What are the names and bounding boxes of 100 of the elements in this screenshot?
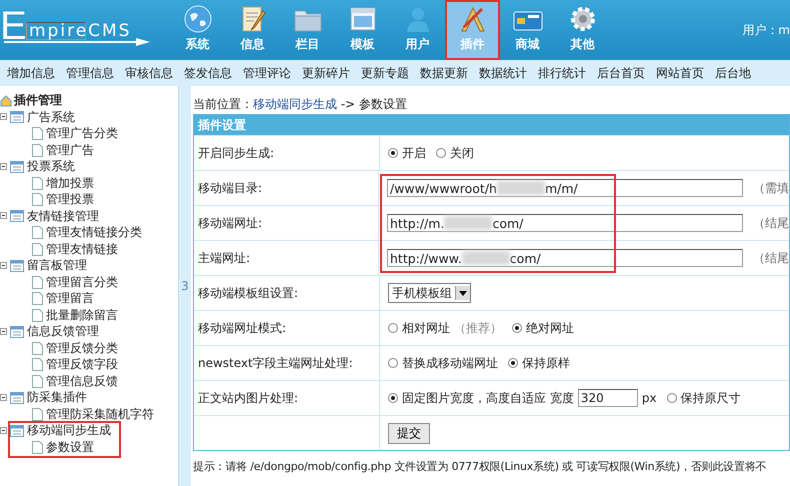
radio-label[interactable]: 绝对网址 bbox=[526, 320, 574, 336]
tree-item[interactable]: 管理反馈字段 bbox=[46, 356, 118, 374]
list-icon bbox=[10, 111, 24, 124]
page-icon bbox=[32, 242, 43, 256]
menu-link[interactable]: 管理评论 bbox=[236, 64, 295, 82]
tree-item[interactable]: 参数设置 bbox=[46, 438, 94, 456]
tree-item[interactable]: 管理广告分类 bbox=[46, 125, 118, 142]
menu-link[interactable]: 更新碎片 bbox=[295, 64, 354, 82]
gear-icon bbox=[568, 5, 596, 33]
user-label: 用户：m bbox=[742, 22, 790, 38]
collapse-toggle-icon[interactable] bbox=[0, 262, 7, 268]
radio-button[interactable] bbox=[436, 148, 446, 158]
page-icon bbox=[32, 193, 43, 206]
page-icon bbox=[32, 144, 43, 157]
width-field[interactable]: 320 bbox=[578, 389, 638, 407]
page-icon bbox=[32, 342, 43, 355]
list-icon bbox=[10, 160, 24, 173]
tree-group[interactable]: 留言板管理 bbox=[27, 257, 87, 274]
tree-item[interactable]: 增加投票 bbox=[46, 174, 94, 192]
radio-button[interactable] bbox=[388, 148, 398, 158]
card-icon bbox=[512, 9, 542, 33]
tree-item[interactable]: 管理反馈分类 bbox=[46, 340, 118, 357]
radio-label[interactable]: 替换成移动端网址 bbox=[402, 354, 498, 372]
field-label: 开启同步生成: bbox=[198, 144, 274, 162]
collapse-toggle-icon[interactable] bbox=[0, 113, 7, 120]
radio-label[interactable]: 保持原样 bbox=[522, 354, 570, 372]
radio-button[interactable] bbox=[666, 393, 677, 403]
note-text: （推荐） bbox=[454, 320, 502, 336]
tree-item[interactable]: 管理防采集随机字符 bbox=[46, 406, 154, 423]
breadcrumb-label: 当前位置： bbox=[193, 96, 253, 112]
tree-group[interactable]: 防采集插件 bbox=[27, 389, 87, 406]
menu-link[interactable]: 数据更新 bbox=[413, 64, 472, 82]
page-icon bbox=[32, 358, 43, 372]
field-label: 移动端模板组设置: bbox=[198, 284, 298, 302]
hint-note: （结尾 bbox=[753, 214, 789, 232]
radio-label[interactable]: 关闭 bbox=[450, 144, 474, 162]
collapse-toggle-icon[interactable] bbox=[0, 394, 7, 400]
field-label: newstext字段主端网址处理: bbox=[198, 354, 353, 372]
collapse-toggle-icon[interactable] bbox=[0, 328, 7, 334]
splitter-label: 3 bbox=[181, 279, 189, 293]
list-icon bbox=[10, 424, 24, 437]
text-field[interactable]: http://m. com/ bbox=[387, 214, 743, 232]
breadcrumb-link[interactable]: 移动端同步生成 bbox=[253, 96, 337, 112]
radio-button[interactable] bbox=[508, 358, 518, 368]
radio-button[interactable] bbox=[388, 358, 398, 368]
caret-icon bbox=[459, 290, 467, 296]
window-icon bbox=[348, 5, 376, 33]
tree-group[interactable]: 移动端同步生成 bbox=[27, 422, 111, 440]
radio-button[interactable] bbox=[388, 393, 398, 403]
list-icon bbox=[10, 260, 24, 272]
tree-group[interactable]: 信息反馈管理 bbox=[27, 323, 99, 340]
tree-item[interactable]: 管理投票 bbox=[46, 191, 94, 208]
tree-group[interactable]: 友情链接管理 bbox=[27, 208, 99, 225]
collapse-toggle-icon[interactable] bbox=[0, 162, 7, 170]
list-icon bbox=[10, 392, 24, 404]
page-icon bbox=[32, 276, 43, 289]
menu-link[interactable]: 增加信息 bbox=[0, 64, 59, 82]
page-icon bbox=[32, 176, 43, 190]
radio-label[interactable]: 开启 bbox=[402, 144, 426, 162]
field-label: 移动端网址: bbox=[198, 214, 262, 232]
radio-label[interactable]: 固定图片宽度，高度自适应 宽度 bbox=[402, 390, 574, 406]
menu-link[interactable]: 后台首页 bbox=[590, 64, 649, 82]
radio-button[interactable] bbox=[512, 323, 522, 333]
tree-item[interactable]: 管理留言 bbox=[46, 290, 94, 308]
page-icon bbox=[32, 374, 43, 388]
submit-button[interactable]: 提交 bbox=[388, 422, 430, 444]
menu-link[interactable]: 数据统计 bbox=[472, 64, 531, 82]
page-icon bbox=[32, 127, 43, 140]
page-icon bbox=[32, 308, 43, 322]
field-label: 移动端网址模式: bbox=[198, 320, 286, 336]
list-icon bbox=[10, 210, 24, 222]
radio-label[interactable]: 相对网址 bbox=[402, 320, 450, 336]
menu-link[interactable]: 更新专题 bbox=[354, 64, 413, 82]
tree-group[interactable]: 广告系统 bbox=[27, 108, 75, 126]
menu-link[interactable]: 管理信息 bbox=[59, 64, 118, 82]
globe-icon bbox=[184, 5, 212, 33]
field-label: 主端网址: bbox=[198, 250, 250, 266]
menu-link[interactable]: 审核信息 bbox=[118, 64, 177, 82]
menu-link[interactable]: 网站首页 bbox=[649, 64, 708, 82]
text-field[interactable]: /www/wwwroot/h m/m/ bbox=[387, 179, 743, 197]
tree-group[interactable]: 投票系统 bbox=[27, 158, 75, 176]
hint-note: （需填 bbox=[753, 180, 789, 196]
radio-button[interactable] bbox=[388, 323, 398, 333]
tree-item[interactable]: 管理留言分类 bbox=[46, 274, 118, 291]
tree-item[interactable]: 管理广告 bbox=[46, 142, 94, 159]
template-dropdown[interactable]: 手机模板组 bbox=[388, 283, 471, 303]
menu-link[interactable]: 签发信息 bbox=[177, 64, 236, 82]
text-field[interactable]: http://www. com/ bbox=[387, 249, 743, 267]
radio-label[interactable]: 保持原尺寸 bbox=[680, 390, 741, 406]
menu-link[interactable]: 后台地 bbox=[708, 64, 755, 82]
tree-item[interactable]: 管理友情链接分类 bbox=[46, 224, 142, 242]
tree-item[interactable]: 管理友情链接 bbox=[46, 240, 118, 258]
collapse-toggle-icon[interactable] bbox=[0, 212, 7, 219]
tree-item[interactable]: 管理信息反馈 bbox=[46, 372, 118, 390]
collapse-toggle-icon[interactable] bbox=[0, 426, 7, 434]
field-label: 正文站内图片处理: bbox=[198, 390, 298, 406]
page-icon bbox=[32, 408, 43, 421]
tree-item[interactable]: 批量删除留言 bbox=[46, 306, 118, 324]
logo: E mpireCMS bbox=[0, 0, 170, 60]
menu-link[interactable]: 排行统计 bbox=[531, 64, 590, 82]
